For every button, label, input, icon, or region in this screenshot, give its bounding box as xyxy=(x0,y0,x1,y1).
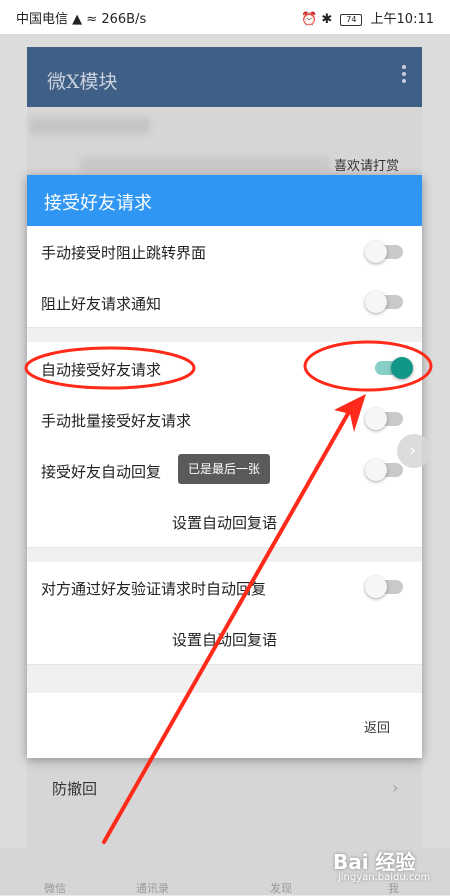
baidu-watermark: Bai 经验 xyxy=(333,850,416,874)
annotation-arrow-line xyxy=(102,408,352,844)
watermark-url: jingyan.baidu.com xyxy=(338,872,431,883)
annotation-ellipse-label xyxy=(24,346,196,390)
annotation-overlay xyxy=(24,340,433,844)
annotation-ellipse-toggle xyxy=(303,340,433,392)
